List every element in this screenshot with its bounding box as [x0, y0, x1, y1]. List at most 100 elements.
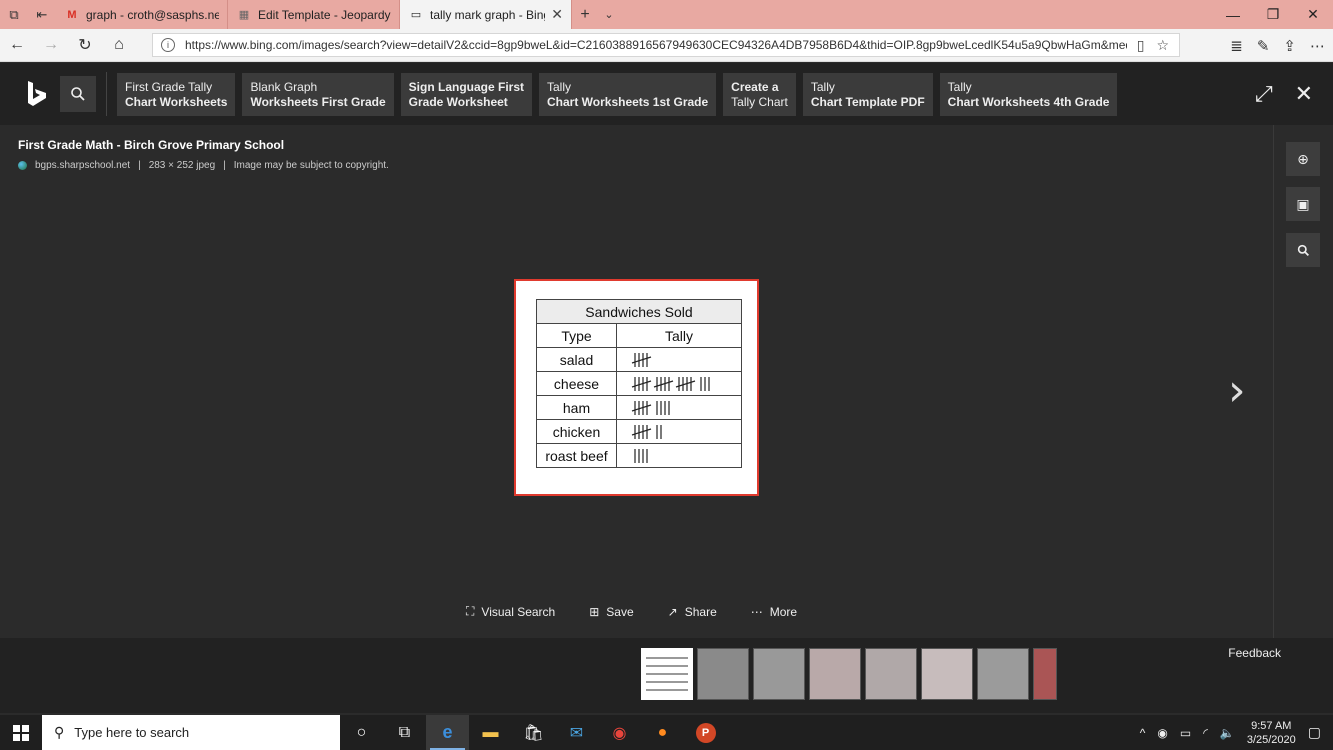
tab-bing[interactable]: ▭ tally mark graph - Bing ✕ [400, 0, 572, 29]
share-icon[interactable]: ⇪ [1283, 37, 1296, 55]
thumbnail[interactable] [977, 648, 1029, 700]
image-meta: bgps.sharpschool.net | 283 × 252 jpeg | … [18, 160, 389, 171]
windows-taskbar: ⚲ Type here to search ○ ⧉ e ▬ 🛍 ✉ ◉ ● P … [0, 715, 1333, 750]
header-actions: ⤢ ✕ [1255, 81, 1313, 107]
more-button[interactable]: ⋯ More [751, 604, 797, 619]
search-side-button[interactable] [1286, 233, 1320, 267]
chevron-up-icon[interactable]: ^ [1140, 726, 1146, 740]
next-image-arrow-icon[interactable]: › [1228, 365, 1246, 416]
main-image[interactable]: Sandwiches Sold Type Tally salad cheese … [514, 279, 759, 496]
clock-date: 3/25/2020 [1246, 733, 1296, 746]
visual-search-icon: ⛶ [466, 604, 475, 618]
tab-gmail[interactable]: M graph - croth@sasphs.net - [56, 0, 228, 29]
volume-icon[interactable]: 🔈 [1220, 726, 1235, 740]
powerpoint-icon[interactable]: P [684, 715, 727, 750]
restore-icon[interactable]: ❐ [1253, 0, 1293, 29]
related-line2: Chart Template PDF [810, 94, 925, 109]
reading-view-icon[interactable]: ▯ [1137, 37, 1145, 54]
share-icon: ↗ [667, 604, 678, 619]
visual-search-button[interactable]: ⛶ Visual Search [466, 604, 555, 619]
taskbar-search[interactable]: ⚲ Type here to search [42, 715, 340, 750]
set-aside-tabs-icon[interactable]: ⧉ [0, 0, 28, 29]
store-icon[interactable]: 🛍 [512, 715, 555, 750]
related-search-item[interactable]: Blank Graph Worksheets First Grade [242, 72, 394, 116]
search-button[interactable] [60, 76, 96, 112]
more-options-icon[interactable]: ⋯ [1310, 37, 1325, 55]
wifi-icon[interactable]: ◜ [1203, 726, 1208, 740]
share-label: Share [684, 604, 717, 619]
start-button[interactable] [0, 715, 42, 750]
file-explorer-icon[interactable]: ▬ [469, 715, 512, 750]
related-line1: Tally [810, 79, 835, 94]
url-text: https://www.bing.com/images/search?view=… [185, 38, 1127, 52]
row-tally [616, 371, 742, 396]
forward-button[interactable]: → [34, 29, 68, 62]
related-search-item[interactable]: Tally Chart Worksheets 4th Grade [939, 72, 1118, 116]
close-icon[interactable]: ✕ [1295, 81, 1313, 107]
related-line2: Chart Worksheets 1st Grade [547, 94, 709, 109]
related-search-item[interactable]: Tally Chart Worksheets 1st Grade [539, 72, 717, 116]
tab-jeopardy[interactable]: ▦ Edit Template - JeopardyLat [228, 0, 400, 29]
battery-icon[interactable]: ▭ [1180, 726, 1191, 740]
save-label: Save [606, 604, 634, 619]
new-tab-button[interactable]: + [572, 0, 598, 29]
thumbnail[interactable] [921, 648, 973, 700]
close-window-icon[interactable]: ✕ [1293, 0, 1333, 29]
related-line1: Tally [547, 79, 572, 94]
expand-icon[interactable]: ⤢ [1255, 81, 1273, 107]
address-bar[interactable]: i https://www.bing.com/images/search?vie… [152, 33, 1180, 57]
feedback-link[interactable]: Feedback [1228, 646, 1281, 660]
related-line2: Chart Worksheets 4th Grade [947, 94, 1110, 109]
visual-search-side-button[interactable]: ⊕ [1286, 142, 1320, 176]
thumbnail[interactable] [697, 648, 749, 700]
meta-separator: | [223, 160, 226, 171]
thumbnail[interactable] [1033, 648, 1057, 700]
related-line2: Tally Chart [731, 94, 788, 109]
row-tally [616, 443, 742, 468]
thumbnail[interactable] [641, 648, 693, 700]
more-icon: ⋯ [750, 604, 763, 619]
mail-icon[interactable]: ✉ [555, 715, 598, 750]
bing-logo[interactable] [14, 63, 60, 125]
meta-separator: | [138, 160, 141, 171]
image-size: 283 × 252 jpeg [148, 160, 216, 171]
save-button[interactable]: ⊞ Save [589, 604, 633, 619]
row-tally [616, 395, 742, 420]
info-icon[interactable]: i [161, 38, 175, 52]
chrome-icon[interactable]: ◉ [598, 715, 641, 750]
table-header-row: Type Tally [536, 323, 742, 348]
task-view-icon[interactable]: ⧉ [383, 715, 426, 750]
chevron-down-icon[interactable]: ⌄ [598, 0, 620, 29]
related-search-item[interactable]: First Grade Tally Chart Worksheets [117, 72, 236, 116]
thumbnail[interactable] [753, 648, 805, 700]
minimize-icon[interactable]: — [1213, 0, 1253, 29]
table-row: ham [536, 395, 742, 420]
related-search-item[interactable]: Create a Tally Chart [723, 72, 796, 116]
edge-icon[interactable]: e [426, 715, 469, 750]
favorites-list-icon[interactable]: ≣ [1230, 37, 1243, 55]
home-button[interactable]: ⌂ [102, 29, 136, 62]
thumbnail[interactable] [809, 648, 861, 700]
firefox-icon[interactable]: ● [641, 715, 684, 750]
refresh-button[interactable]: ↻ [68, 29, 102, 62]
pen-icon[interactable]: ✎ [1257, 37, 1270, 55]
tab-preview-icon[interactable]: ⇤ [28, 0, 56, 29]
taskbar-search-placeholder: Type here to search [74, 725, 190, 740]
back-button[interactable]: ← [0, 29, 34, 62]
save-icon: ⊞ [589, 604, 600, 619]
cortana-icon[interactable]: ○ [340, 715, 383, 750]
favorite-star-icon[interactable]: ☆ [1156, 37, 1169, 54]
image-source[interactable]: bgps.sharpschool.net [35, 160, 130, 171]
thumbnail[interactable] [865, 648, 917, 700]
related-search-item[interactable]: Sign Language First Grade Worksheet [400, 72, 532, 116]
related-search-item[interactable]: Tally Chart Template PDF [802, 72, 933, 116]
notifications-icon[interactable]: ▢ [1308, 724, 1321, 741]
row-type: cheese [536, 371, 617, 396]
thumbnail-strip: Feedback [0, 638, 1333, 713]
clock[interactable]: 9:57 AM 3/25/2020 [1247, 719, 1296, 747]
record-icon[interactable]: ◉ [1157, 726, 1167, 740]
close-tab-icon[interactable]: ✕ [551, 6, 563, 23]
image-side-button[interactable]: ▣ [1286, 187, 1320, 221]
image-title[interactable]: First Grade Math - Birch Grove Primary S… [18, 138, 284, 152]
share-button[interactable]: ↗ Share [668, 604, 717, 619]
